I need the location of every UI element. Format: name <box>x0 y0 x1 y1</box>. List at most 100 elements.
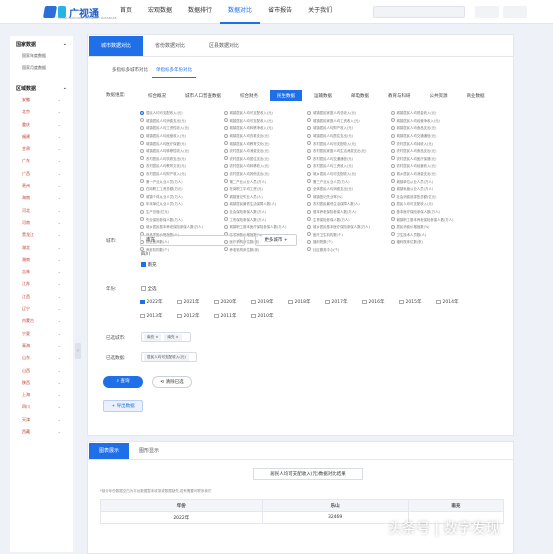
year-checkbox[interactable]: 2010年 <box>251 309 288 323</box>
sidebar-item-province[interactable]: 安徽 ⌄ <box>10 94 73 106</box>
year-checkbox[interactable]: 2016年 <box>362 295 399 309</box>
indicator-option[interactable]: 城镇职工基本医疗保险参保人数(万人) <box>223 223 304 231</box>
dimension-tab[interactable]: 运输数据 <box>307 90 339 101</box>
indicator-option[interactable]: 城镇居民人均教育文化(元) <box>223 139 304 147</box>
nav-item-4[interactable]: 省市报告 <box>260 0 300 24</box>
indicator-option[interactable]: 工伤保险参保人数(万人) <box>223 215 304 223</box>
indicator-option[interactable]: 城镇居民人均交通通信(元) <box>390 132 471 140</box>
query-button[interactable]: ⌕ 查询 <box>103 376 143 388</box>
year-checkbox[interactable]: 2014年 <box>436 295 473 309</box>
sidebar-item-province[interactable]: 贵州 ⌄ <box>10 180 73 192</box>
indicator-option[interactable]: 生育保险参保人数(万人) <box>307 215 387 223</box>
indicator-option[interactable]: 医疗卫生机构数(个) <box>307 231 387 239</box>
year-checkbox[interactable]: 2021年 <box>177 295 214 309</box>
sidebar-item-province[interactable]: 海南 ⌄ <box>10 192 73 204</box>
indicator-option[interactable]: 农村居民家庭人均生活消费支出(元) <box>307 147 387 155</box>
indicator-option[interactable]: 城镇居民人均经营净收入(元) <box>390 117 471 125</box>
login-button[interactable] <box>475 6 499 18</box>
indicator-option[interactable]: 福利院数(个) <box>307 238 387 246</box>
indicator-option[interactable]: 社会保险参保人数(万人) <box>223 208 304 216</box>
indicator-option[interactable]: 居民人均可支配收入(元) <box>140 109 220 117</box>
indicator-option[interactable]: 基本医疗保险参保人数(万人) <box>390 208 471 216</box>
result-tab-0[interactable]: 图表展示 <box>89 443 130 459</box>
indicator-option[interactable]: 城镇个体从业人员(万人) <box>140 193 220 201</box>
nav-item-1[interactable]: 宏观数据 <box>140 0 180 24</box>
sidebar-item-province[interactable]: 广东 ⌄ <box>10 155 73 167</box>
indicator-option[interactable]: 城镇居民人均可支配收入(元) <box>223 117 304 125</box>
indicator-option[interactable]: 城镇居民人均转移性收入(元) <box>140 147 220 155</box>
sidebar-item-province[interactable]: 内蒙古 ⌄ <box>10 315 73 327</box>
indicator-option[interactable]: 农村居民人均经营收入(元) <box>390 162 471 170</box>
city-checkbox[interactable]: 南充 <box>141 262 157 268</box>
indicator-option[interactable]: 农村居民人均转移收入(元) <box>223 162 304 170</box>
indicator-option[interactable]: 城镇职工基本养老保险参保人数(万人) <box>390 215 471 223</box>
sidebar-item-province[interactable]: 北京 ⌄ <box>10 106 73 118</box>
dimension-tab[interactable]: 城市人口普查数据 <box>178 90 228 101</box>
sidebar-national-header[interactable]: 国家数据 ⌄ <box>10 36 73 50</box>
indicator-option[interactable]: 城镇居民人均可支配收入(元) <box>223 109 304 117</box>
indicator-option[interactable]: 农村居民人均教育文化(元) <box>140 162 220 170</box>
indicator-option[interactable]: 农村居民人均衣着支出(元) <box>140 155 220 163</box>
indicator-option[interactable]: 第三产业从业人员(万人) <box>307 177 387 185</box>
sidebar-region-header[interactable]: 区域数据 ⌄ <box>10 80 73 94</box>
indicator-option[interactable]: 居民消费价格指数(%) <box>390 223 471 231</box>
indicator-option[interactable]: 社会消费品零售总额(亿元) <box>390 193 471 201</box>
city-input[interactable]: 南充 ⌕ <box>140 235 245 246</box>
sidebar-item-province[interactable]: 重庆 ⌄ <box>10 119 73 131</box>
indicator-option[interactable]: 城乡居民基本养老保险参保人数(万人) <box>140 223 220 231</box>
indicator-option[interactable]: 年末单位从业人员(万人) <box>140 200 220 208</box>
year-checkbox[interactable]: 2011年 <box>214 309 251 323</box>
sidebar-item-province[interactable]: 天津 ⌄ <box>10 414 73 426</box>
indicator-option[interactable]: 失业保险参保人数(万人) <box>140 215 220 223</box>
sidebar-item-province[interactable]: 陕西 ⌄ <box>10 377 73 389</box>
selected-cities-box[interactable]: 南充 × 南充 × <box>141 332 191 342</box>
indicator-option[interactable]: 农村居民人均纯收入(元) <box>390 139 471 147</box>
indicator-option[interactable]: 农村居民人均医疗保健(元) <box>390 155 471 163</box>
nav-item-2[interactable]: 数据排行 <box>180 0 220 24</box>
dimension-tab[interactable]: 商业数据 <box>460 90 492 101</box>
indicator-option[interactable]: 城镇居民人均转移净收入(元) <box>223 124 304 132</box>
year-checkbox[interactable]: 2017年 <box>325 295 362 309</box>
indicator-option[interactable]: 城镇单位从业人员(万人) <box>390 177 471 185</box>
sidebar-national-annual[interactable]: 国家年度数据 <box>10 50 73 62</box>
dimension-tab[interactable]: 综合财务 <box>233 90 265 101</box>
sidebar-item-province[interactable]: 河南 ⌄ <box>10 217 73 229</box>
indicator-option[interactable]: 农村居民人均居住支出(元) <box>223 155 304 163</box>
sidebar-item-province[interactable]: 山西 ⌄ <box>10 365 73 377</box>
indicator-option[interactable]: 城镇居民人均衣着支出(元) <box>223 132 304 140</box>
sidebar-item-province[interactable]: 宁夏 ⌄ <box>10 328 73 340</box>
indicator-option[interactable]: 农村居民人均交通通信(元) <box>307 155 387 163</box>
indicator-option[interactable]: 农村居民最低生活保障人数(人) <box>307 200 387 208</box>
register-button[interactable] <box>503 6 527 18</box>
indicator-option[interactable]: 农村居民人均其他支出(元) <box>223 170 304 178</box>
indicator-option[interactable]: 卫生技术人员数(人) <box>390 231 471 239</box>
indicator-option[interactable]: 城镇居民家庭人均工资收入(元) <box>307 117 387 125</box>
sidebar-item-province[interactable]: 江西 ⌄ <box>10 291 73 303</box>
dimension-tab[interactable]: 邮电数据 <box>344 90 376 101</box>
indicator-option[interactable]: 城乡居民人均可支配收入(元) <box>307 170 387 178</box>
subtab-1[interactable]: 单指标多年份对比 <box>152 63 196 78</box>
indicator-option[interactable]: 第二产业从业人员(万人) <box>223 177 304 185</box>
dimension-tab[interactable]: 教育与科研 <box>381 90 418 101</box>
indicator-option[interactable]: 城镇登记失业率(%) <box>307 193 387 201</box>
indicator-option[interactable]: 农村居民人均财产收入(元) <box>140 170 220 178</box>
sidebar-item-province[interactable]: 辽宁 ⌄ <box>10 303 73 315</box>
dimension-tab[interactable]: 综合概况 <box>141 90 173 101</box>
sidebar-item-province[interactable]: 江苏 ⌄ <box>10 278 73 290</box>
sidebar-item-province[interactable]: 河北 ⌄ <box>10 205 73 217</box>
indicator-option[interactable]: 社区服务中心(个) <box>307 246 387 254</box>
indicator-option[interactable]: 农村居民人均消费支出(元) <box>223 147 304 155</box>
more-cities-button[interactable]: 更多城市 + <box>255 234 297 246</box>
sidebar-item-province[interactable]: 西藏 ⌄ <box>10 426 73 438</box>
result-tab-1[interactable]: 图形显示 <box>129 443 169 459</box>
sidebar-item-province[interactable]: 四川 ⌄ <box>10 401 73 413</box>
indicator-option[interactable]: 基本养老保险参保人数(万人) <box>307 208 387 216</box>
indicator-option[interactable]: 城镇居民人均医疗保健(元) <box>140 139 220 147</box>
selected-data-box[interactable]: 居民人均可支配收入(元) <box>141 352 197 362</box>
indicator-option[interactable]: 城乡居民基本医疗保险参保人数(万人) <box>307 223 387 231</box>
sidebar-item-province[interactable]: 湖南 ⌄ <box>10 254 73 266</box>
indicator-option[interactable]: 城乡居民人均消费支出(元) <box>390 170 471 178</box>
sidebar-collapse-button[interactable]: ‹ <box>75 343 81 359</box>
nav-item-5[interactable]: 关于我们 <box>300 0 340 24</box>
indicator-option[interactable]: 福利院床位数(张) <box>390 238 471 246</box>
